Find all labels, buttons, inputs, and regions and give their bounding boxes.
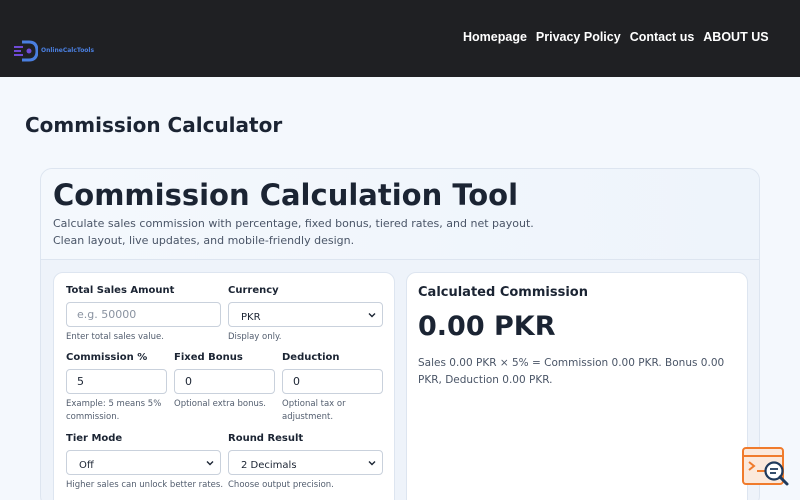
top-navigation-bar: OnlineCalcTools Homepage Privacy Policy … (0, 0, 800, 77)
result-value: 0.00 PKR (418, 311, 556, 342)
sales-input[interactable]: e.g. 50000 (66, 302, 221, 327)
sales-label: Total Sales Amount (66, 285, 175, 296)
currency-select[interactable]: PKR (228, 302, 383, 327)
tool-description-line-1: Calculate sales commission with percenta… (53, 217, 534, 230)
deduction-label: Deduction (282, 352, 340, 363)
tier-mode-select[interactable]: Off (66, 450, 221, 475)
result-panel: Calculated Commission 0.00 PKR Sales 0.0… (406, 272, 748, 500)
tier-mode-hint: Higher sales can unlock better rates. (66, 480, 224, 490)
chevron-down-icon (368, 313, 376, 318)
main-nav: Homepage Privacy Policy Contact us ABOUT… (463, 30, 769, 44)
floating-search-widget[interactable] (741, 446, 791, 490)
nav-contact-us[interactable]: Contact us (630, 30, 695, 44)
commission-hint: Example: 5 means 5% commission. (66, 399, 162, 422)
round-result-label: Round Result (228, 433, 304, 444)
tool-description-line-2: Clean layout, live updates, and mobile-f… (53, 234, 355, 247)
currency-selected-value: PKR (241, 312, 261, 323)
deduction-input[interactable]: 0 (282, 369, 383, 394)
bonus-label: Fixed Bonus (174, 352, 243, 363)
tool-description: Calculate sales commission with percenta… (53, 215, 534, 249)
tier-mode-selected-value: Off (79, 460, 94, 471)
bonus-input[interactable]: 0 (174, 369, 275, 394)
round-result-select[interactable]: 2 Decimals (228, 450, 383, 475)
nav-about-us[interactable]: ABOUT US (703, 30, 768, 44)
deduction-hint: Optional tax or adjustment. (282, 399, 346, 422)
nav-homepage[interactable]: Homepage (463, 30, 527, 44)
site-logo[interactable]: OnlineCalcTools (14, 40, 94, 62)
round-result-selected-value: 2 Decimals (241, 460, 297, 471)
currency-label: Currency (228, 285, 279, 296)
search-document-icon (742, 447, 789, 486)
tool-title: Commission Calculation Tool (53, 178, 519, 212)
calculator-header: Commission Calculation Tool Calculate sa… (41, 169, 759, 260)
currency-hint: Display only. (228, 332, 282, 342)
bonus-hint: Optional extra bonus. (174, 399, 266, 409)
sales-hint: Enter total sales value. (66, 332, 164, 342)
logo-icon (14, 40, 38, 62)
result-breakdown: Sales 0.00 PKR × 5% = Commission 0.00 PK… (418, 357, 725, 386)
page-title: Commission Calculator (25, 113, 283, 137)
result-title: Calculated Commission (418, 285, 588, 300)
nav-privacy-policy[interactable]: Privacy Policy (536, 30, 621, 44)
chevron-down-icon (368, 461, 376, 466)
calculator-card: Commission Calculation Tool Calculate sa… (40, 168, 760, 500)
round-result-hint: Choose output precision. (228, 480, 334, 490)
commission-label: Commission % (66, 352, 148, 363)
tier-mode-label: Tier Mode (66, 433, 123, 444)
input-form-panel: Total Sales Amount e.g. 50000 Enter tota… (53, 272, 395, 500)
chevron-down-icon (206, 461, 214, 466)
logo-text: OnlineCalcTools (41, 47, 95, 54)
commission-input[interactable]: 5 (66, 369, 167, 394)
